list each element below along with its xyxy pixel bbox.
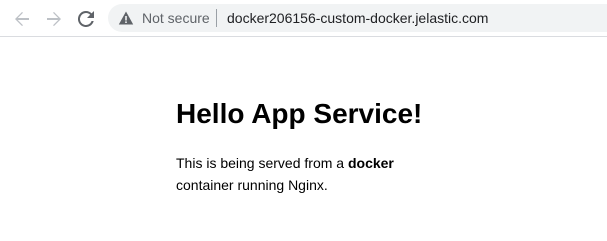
paragraph-text-end: container running Nginx. — [176, 177, 328, 193]
reload-button[interactable] — [74, 7, 98, 31]
page-content: Hello App Service! This is being served … — [176, 96, 476, 196]
paragraph-bold-word: docker — [347, 155, 394, 171]
paragraph-text-start: This is being served from a — [176, 155, 348, 171]
back-button[interactable] — [10, 7, 34, 31]
reload-icon — [78, 11, 94, 27]
url-text[interactable]: docker206156-custom-docker.jelastic.com — [227, 10, 488, 26]
warning-triangle-icon[interactable] — [118, 10, 134, 26]
address-bar[interactable]: Not secure docker206156-custom-docker.je… — [108, 4, 607, 32]
forward-button[interactable] — [42, 7, 66, 31]
browser-toolbar: Not secure docker206156-custom-docker.je… — [0, 0, 607, 37]
page-paragraph: This is being served from a docker conta… — [176, 152, 416, 196]
security-status-label[interactable]: Not secure — [142, 10, 210, 26]
forward-arrow-icon — [47, 12, 61, 26]
omnibox-separator — [216, 9, 217, 27]
back-arrow-icon — [15, 12, 29, 26]
page-heading: Hello App Service! — [176, 98, 423, 129]
